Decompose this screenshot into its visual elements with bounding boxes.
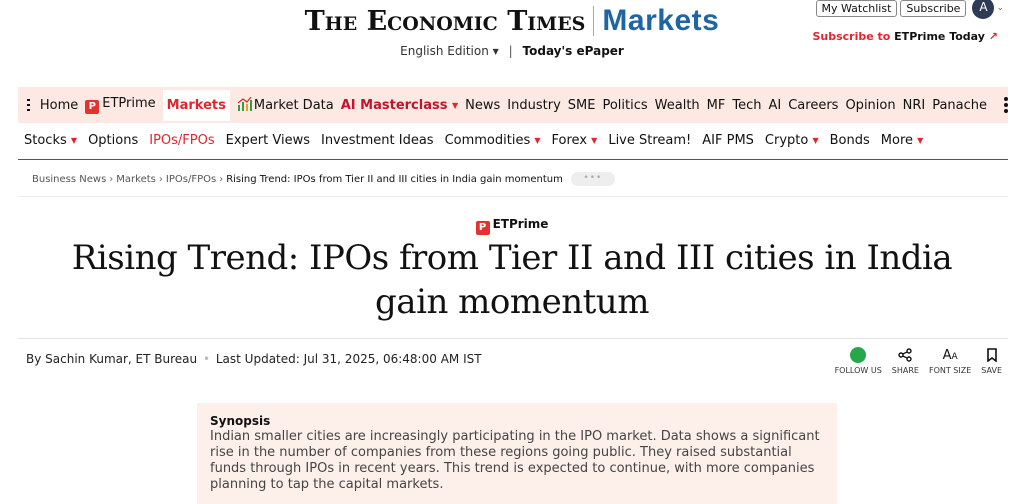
article-kicker[interactable]: P ETPrime: [0, 217, 1024, 235]
chevron-down-icon: ▼: [492, 47, 499, 56]
subnav-item-expert-views[interactable]: Expert Views: [226, 133, 310, 148]
share-button[interactable]: SHARE: [892, 346, 919, 375]
byline-separator: •: [202, 352, 211, 366]
nav-item-mf[interactable]: MF: [707, 98, 726, 113]
breadcrumb-separator-icon: ›: [158, 173, 163, 185]
external-arrow-icon: ↗: [988, 30, 998, 43]
nav-item-careers[interactable]: Careers: [788, 98, 838, 113]
subnav-item-options[interactable]: Options: [88, 133, 138, 148]
bookmark-icon: [986, 348, 997, 362]
subnav-item-live-stream[interactable]: Live Stream!: [608, 133, 691, 148]
subnav-item-ipos-fpos[interactable]: IPOs/FPOs: [149, 133, 214, 148]
nav-item-industry[interactable]: Industry: [507, 98, 560, 113]
nav-item-market-data[interactable]: Market Data: [237, 97, 334, 113]
follow-label: FOLLOW US: [834, 366, 882, 375]
nav-item-home[interactable]: Home: [40, 98, 78, 113]
font-size-label: FONT SIZE: [928, 366, 972, 375]
article-byline: By Sachin Kumar, ET Bureau • Last Update…: [26, 352, 482, 366]
nav-item-ai-masterclass[interactable]: AI Masterclass ▼: [341, 98, 458, 113]
breadcrumb-business-news[interactable]: Business News: [32, 174, 106, 185]
article-headline: Rising Trend: IPOs from Tier II and III …: [71, 238, 953, 322]
chevron-down-icon: ▼: [917, 135, 924, 145]
chevron-down-icon[interactable]: ⌄: [996, 3, 1004, 13]
nav-item-ai[interactable]: AI: [769, 98, 782, 113]
font-size-button[interactable]: AA FONT SIZE: [928, 346, 972, 376]
nav-item-markets[interactable]: Markets: [162, 89, 230, 121]
hamburger-menu-icon[interactable]: [27, 96, 30, 114]
divider: [18, 196, 1008, 197]
breadcrumb-separator-icon: ›: [109, 173, 114, 185]
etprime-icon: P: [475, 221, 490, 235]
synopsis-box: Synopsis Indian smaller cities are incre…: [197, 403, 837, 504]
divider: [18, 159, 1008, 160]
follow-us-button[interactable]: FOLLOW US: [835, 346, 882, 375]
subscribe-button[interactable]: Subscribe: [900, 0, 967, 17]
nav-item-politics[interactable]: Politics: [602, 98, 647, 113]
edition-selector[interactable]: English Edition ▼: [400, 44, 499, 58]
nav-item-sme[interactable]: SME: [568, 98, 596, 113]
nav-item-news[interactable]: News: [465, 98, 500, 113]
share-label: SHARE: [891, 366, 919, 375]
author[interactable]: By Sachin Kumar, ET Bureau: [26, 352, 197, 366]
subnav-item-stocks[interactable]: Stocks ▼: [24, 133, 77, 148]
subscribe-etprime-link[interactable]: Subscribe to ETPrime Today ↗: [812, 30, 998, 43]
logo-divider: [593, 6, 595, 36]
breadcrumb-current: Rising Trend: IPOs from Tier II and III …: [226, 173, 563, 185]
subnav-item-commodities[interactable]: Commodities ▼: [445, 133, 541, 148]
subnav-item-crypto[interactable]: Crypto ▼: [765, 133, 819, 148]
chevron-down-icon: ▼: [591, 135, 598, 145]
nav-item-nri[interactable]: NRI: [903, 98, 926, 113]
font-size-icon: AA: [942, 347, 958, 363]
breadcrumb-separator-icon: ›: [219, 173, 224, 185]
subnav-item-investment-ideas[interactable]: Investment Ideas: [321, 133, 434, 148]
main-nav: Home P ETPrime Markets Market Data AI Mas…: [18, 87, 1008, 123]
bar-chart-icon: [237, 97, 252, 111]
more-options-icon[interactable]: [1004, 95, 1008, 115]
avatar[interactable]: A: [972, 0, 995, 19]
save-button[interactable]: SAVE: [981, 346, 1002, 375]
subnav-item-bonds[interactable]: Bonds: [830, 133, 870, 148]
nav-item-opinion[interactable]: Opinion: [845, 98, 895, 113]
chevron-down-icon: ▼: [812, 135, 819, 145]
subnav-item-more[interactable]: More ▼: [881, 133, 924, 148]
chevron-down-icon: ▼: [70, 135, 78, 145]
article-actions: FOLLOW US SHARE AA FONT SIZE SAVE: [825, 346, 1002, 375]
breadcrumb-more-button[interactable]: •••: [570, 172, 615, 186]
breadcrumb: Business News › Markets › IPOs/FPOs › Ri…: [32, 172, 615, 186]
epaper-link[interactable]: Today's ePaper: [523, 44, 624, 58]
nav-item-etprime[interactable]: P ETPrime: [85, 96, 156, 114]
subnav-item-forex[interactable]: Forex ▼: [552, 133, 598, 148]
logo-markets[interactable]: Markets: [602, 4, 719, 37]
last-updated: Last Updated: Jul 31, 2025, 06:48:00 AM …: [215, 352, 482, 366]
nav-item-tech[interactable]: Tech: [732, 98, 761, 113]
chevron-down-icon: ▼: [452, 100, 459, 110]
synopsis-body: Indian smaller cities are increasingly p…: [210, 429, 820, 492]
breadcrumb-markets[interactable]: Markets: [116, 174, 156, 185]
breadcrumb-ipos-fpos[interactable]: IPOs/FPOs: [166, 174, 216, 185]
masthead: The Economic Times Markets English Editio…: [0, 0, 1024, 80]
chevron-down-icon: ▼: [534, 135, 541, 145]
whatsapp-icon: [850, 347, 867, 363]
watchlist-button[interactable]: My Watchlist: [815, 0, 898, 17]
markets-subnav: Stocks ▼ Options IPOs/FPOs Expert Views …: [24, 131, 934, 149]
nav-item-wealth[interactable]: Wealth: [655, 98, 700, 113]
subnav-item-aif-pms[interactable]: AIF PMS: [702, 133, 754, 148]
nav-item-panache[interactable]: Panache: [932, 98, 987, 113]
logo-economic-times[interactable]: The Economic Times: [305, 6, 586, 37]
synopsis-title: Synopsis: [210, 414, 271, 428]
etprime-icon: P: [85, 100, 100, 114]
save-label: SAVE: [981, 366, 1002, 375]
share-icon: [898, 348, 913, 362]
user-controls: My Watchlist Subscribe A ⌄: [813, 0, 1004, 19]
edition-separator: |: [508, 44, 513, 58]
divider: [18, 338, 1008, 339]
edition-bar: English Edition ▼ | Today's ePaper: [0, 44, 1024, 58]
